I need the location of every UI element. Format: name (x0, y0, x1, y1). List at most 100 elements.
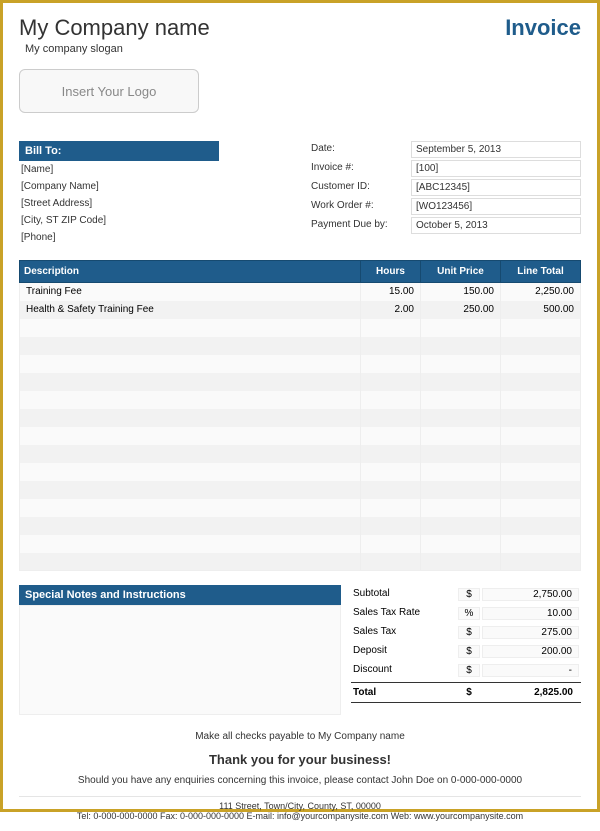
totals-label: Sales Tax (353, 626, 458, 639)
table-row (20, 499, 581, 517)
bill-to-block: Bill To: [Name] [Company Name] [Street A… (19, 141, 219, 246)
invoice-meta: Date:September 5, 2013 Invoice #:[100] C… (311, 141, 581, 246)
table-row (20, 463, 581, 481)
totals-sym: $ (458, 588, 480, 601)
footer-payable: Make all checks payable to My Company na… (19, 731, 581, 742)
col-header-price: Unit Price (421, 261, 501, 283)
cell-hours (361, 337, 421, 355)
cell-desc (20, 409, 361, 427)
notes-header: Special Notes and Instructions (19, 585, 341, 605)
cell-hours (361, 427, 421, 445)
grand-total-label: Total (353, 687, 458, 698)
cell-total (501, 373, 581, 391)
cell-price (421, 553, 501, 571)
cell-total (501, 463, 581, 481)
table-row: Training Fee15.00150.002,250.00 (20, 283, 581, 301)
table-row (20, 445, 581, 463)
cell-hours (361, 517, 421, 535)
meta-label-invoice-no: Invoice #: (311, 160, 411, 177)
totals-row: Sales Tax$275.00 (351, 623, 581, 642)
cell-price (421, 319, 501, 337)
table-row (20, 517, 581, 535)
meta-label-due: Payment Due by: (311, 217, 411, 234)
cell-hours (361, 499, 421, 517)
meta-label-customer-id: Customer ID: (311, 179, 411, 196)
cell-hours (361, 319, 421, 337)
cell-hours (361, 553, 421, 571)
cell-total (501, 337, 581, 355)
cell-total (501, 499, 581, 517)
totals-label: Sales Tax Rate (353, 607, 458, 620)
table-row (20, 319, 581, 337)
totals-sym: $ (458, 626, 480, 639)
cell-desc (20, 463, 361, 481)
cell-hours (361, 481, 421, 499)
grand-total-row: Total $ 2,825.00 (351, 682, 581, 703)
cell-desc (20, 535, 361, 553)
cell-price: 150.00 (421, 283, 501, 301)
cell-hours: 15.00 (361, 283, 421, 301)
logo-placeholder-text: Insert Your Logo (62, 84, 157, 99)
cell-desc (20, 355, 361, 373)
logo-placeholder[interactable]: Insert Your Logo (19, 69, 199, 113)
footer-address: 111 Street, Town/City, County, ST, 00000 (19, 801, 581, 811)
company-slogan: My company slogan (25, 43, 210, 55)
notes-body (19, 605, 341, 715)
totals-row: Deposit$200.00 (351, 642, 581, 661)
cell-price (421, 463, 501, 481)
totals-block: Subtotal$2,750.00Sales Tax Rate%10.00Sal… (351, 585, 581, 715)
header: My Company name My company slogan Invoic… (19, 15, 581, 55)
bill-to-street: [Street Address] (19, 195, 219, 212)
meta-value-due: October 5, 2013 (411, 217, 581, 234)
col-header-total: Line Total (501, 261, 581, 283)
cell-desc: Health & Safety Training Fee (20, 301, 361, 319)
totals-value: 275.00 (482, 626, 579, 639)
cell-total (501, 391, 581, 409)
meta-value-invoice-no: [100] (411, 160, 581, 177)
totals-row: Subtotal$2,750.00 (351, 585, 581, 604)
bill-to-city: [City, ST ZIP Code] (19, 212, 219, 229)
totals-label: Discount (353, 664, 458, 677)
totals-value: 2,750.00 (482, 588, 579, 601)
cell-desc (20, 481, 361, 499)
totals-sym: % (458, 607, 480, 620)
totals-label: Deposit (353, 645, 458, 658)
bill-to-header: Bill To: (19, 141, 219, 161)
totals-row: Discount$- (351, 661, 581, 680)
invoice-title: Invoice (505, 15, 581, 41)
bill-to-company: [Company Name] (19, 178, 219, 195)
grand-total-value: 2,825.00 (482, 687, 579, 698)
meta-value-customer-id: [ABC12345] (411, 179, 581, 196)
cell-price (421, 445, 501, 463)
items-table: Description Hours Unit Price Line Total … (19, 260, 581, 571)
cell-total (501, 319, 581, 337)
cell-desc (20, 553, 361, 571)
cell-price (421, 481, 501, 499)
totals-sym: $ (458, 664, 480, 677)
cell-hours (361, 391, 421, 409)
cell-hours (361, 355, 421, 373)
table-row (20, 553, 581, 571)
cell-price (421, 355, 501, 373)
cell-desc (20, 445, 361, 463)
cell-hours (361, 535, 421, 553)
cell-hours (361, 409, 421, 427)
cell-price (421, 535, 501, 553)
cell-price (421, 517, 501, 535)
cell-desc (20, 319, 361, 337)
cell-price (421, 499, 501, 517)
cell-total: 500.00 (501, 301, 581, 319)
notes-block: Special Notes and Instructions (19, 585, 341, 715)
totals-label: Subtotal (353, 588, 458, 601)
cell-price: 250.00 (421, 301, 501, 319)
cell-total (501, 445, 581, 463)
table-row (20, 355, 581, 373)
totals-sym: $ (458, 645, 480, 658)
meta-value-date: September 5, 2013 (411, 141, 581, 158)
totals-value: - (482, 664, 579, 677)
totals-value: 10.00 (482, 607, 579, 620)
table-row (20, 427, 581, 445)
table-row: Health & Safety Training Fee2.00250.0050… (20, 301, 581, 319)
table-row (20, 409, 581, 427)
cell-desc (20, 427, 361, 445)
